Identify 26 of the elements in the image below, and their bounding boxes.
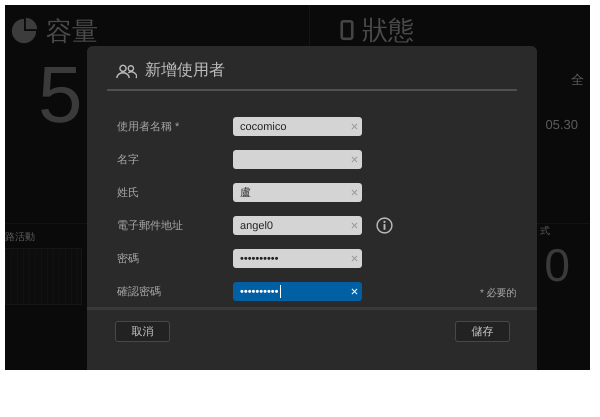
input-field[interactable] bbox=[233, 150, 362, 169]
users-icon bbox=[116, 62, 137, 78]
input-field[interactable]: •••••••••• bbox=[233, 282, 362, 301]
input-field[interactable]: cocomico bbox=[233, 117, 362, 136]
save-button[interactable]: 儲存 bbox=[455, 321, 510, 342]
field-label: 使用者名稱 * bbox=[117, 120, 180, 134]
status-text: 全 bbox=[571, 71, 584, 89]
field-label: 名字 bbox=[117, 152, 140, 167]
pie-chart-icon bbox=[10, 17, 38, 45]
required-note: * 必要的 bbox=[480, 286, 517, 300]
field-label: 確認密碼 bbox=[117, 284, 162, 299]
tile-title: 狀態 bbox=[362, 17, 414, 43]
field-label: 密碼 bbox=[117, 252, 140, 266]
input-field[interactable]: •••••••••• bbox=[233, 249, 362, 268]
field-label: 姓氏 bbox=[117, 186, 140, 200]
tile-label: 式 bbox=[540, 224, 550, 238]
cancel-button[interactable]: 取消 bbox=[115, 321, 170, 342]
tile-title: 容量 bbox=[46, 18, 98, 44]
dialog-title: 新增使用者 bbox=[145, 60, 225, 81]
input-field[interactable]: 盧 bbox=[233, 183, 362, 202]
input-field[interactable]: angel0 bbox=[233, 216, 362, 235]
field-label: 電子郵件地址 bbox=[117, 219, 184, 233]
version-text: 05.30 bbox=[545, 117, 578, 132]
info-icon[interactable] bbox=[376, 217, 393, 234]
tile-title: 路活動 bbox=[5, 231, 36, 244]
device-icon bbox=[340, 19, 354, 41]
